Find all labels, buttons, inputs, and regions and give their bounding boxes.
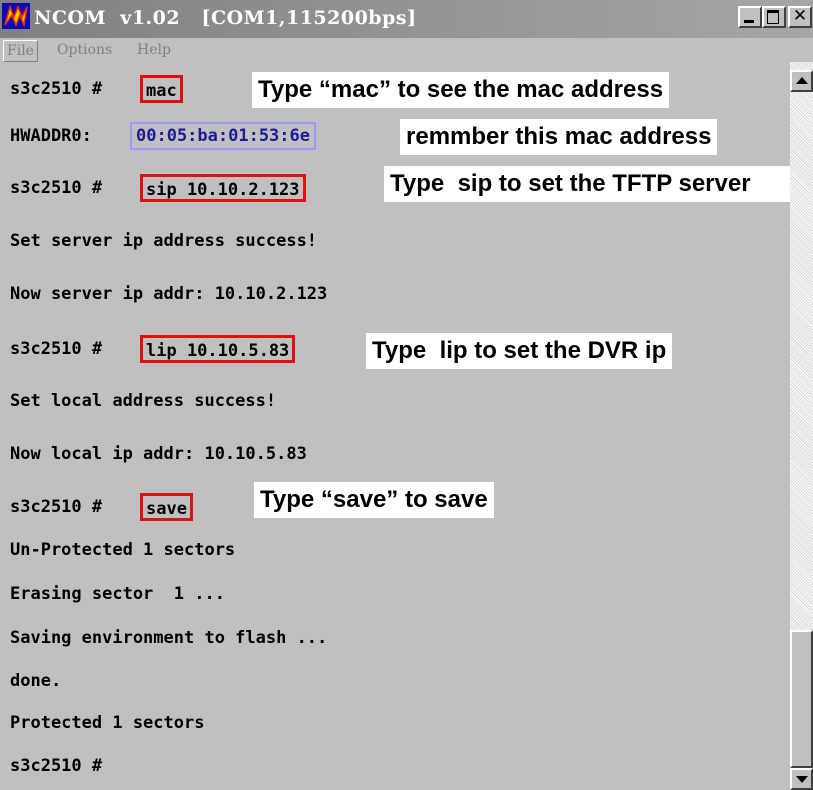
minimize-button[interactable] <box>738 6 762 28</box>
output-done: done. <box>10 671 62 691</box>
terminal-prompt: s3c2510 # <box>10 497 103 517</box>
output-erasing: Erasing sector 1 ... <box>10 584 225 604</box>
output-set-server: Set server ip address success! <box>10 231 318 251</box>
maximize-icon <box>767 10 779 24</box>
menu-bar: File Options Help <box>0 38 813 62</box>
scroll-up-button[interactable] <box>790 70 813 92</box>
ncom-window: NCOM v1.02 [COM1,115200bps] ✕ File Optio… <box>0 0 813 790</box>
highlight-mac-address: 00:05:ba:01:53:6e <box>130 122 316 150</box>
menu-help[interactable]: Help <box>134 40 174 60</box>
vertical-scrollbar[interactable] <box>790 62 813 790</box>
title-bar[interactable]: NCOM v1.02 [COM1,115200bps] ✕ <box>0 0 813 38</box>
menu-file[interactable]: File <box>3 40 38 62</box>
ncom-app-icon[interactable] <box>2 3 30 29</box>
close-button[interactable]: ✕ <box>788 6 812 28</box>
output-protected: Protected 1 sectors <box>10 713 205 733</box>
arrow-down-icon <box>796 776 808 783</box>
annotation-remember-mac: remmber this mac address <box>400 119 718 155</box>
terminal-prompt: s3c2510 # <box>10 178 103 198</box>
output-unprotected: Un-Protected 1 sectors <box>10 540 236 560</box>
highlight-cmd-lip: lip 10.10.5.83 <box>140 335 296 363</box>
annotation-lip: Type lip to set the DVR ip <box>366 333 673 369</box>
menu-options[interactable]: Options <box>54 40 115 60</box>
annotation-save: Type “save” to save <box>254 482 494 518</box>
output-saving: Saving environment to flash ... <box>10 628 328 648</box>
highlight-cmd-mac: mac <box>140 75 183 103</box>
close-icon: ✕ <box>792 6 808 26</box>
terminal-prompt: s3c2510 # <box>10 79 103 99</box>
minimize-icon <box>744 20 754 23</box>
highlight-cmd-sip: sip 10.10.2.123 <box>140 174 306 202</box>
scroll-thumb[interactable] <box>790 630 813 768</box>
maximize-button[interactable] <box>762 6 786 28</box>
terminal-prompt: s3c2510 # <box>10 339 103 359</box>
output-now-server: Now server ip addr: 10.10.2.123 <box>10 284 328 304</box>
scroll-down-button[interactable] <box>790 768 813 790</box>
terminal-prompt-current[interactable]: s3c2510 # <box>10 753 102 779</box>
terminal-output[interactable]: s3c2510 # mac Type “mac” to see the mac … <box>0 62 790 790</box>
highlight-cmd-save: save <box>140 493 193 521</box>
output-set-local: Set local address success! <box>10 391 277 411</box>
window-title: NCOM v1.02 [COM1,115200bps] <box>34 7 417 29</box>
output-now-local: Now local ip addr: 10.10.5.83 <box>10 444 307 464</box>
arrow-up-icon <box>796 77 808 84</box>
annotation-mac: Type “mac” to see the mac address <box>252 72 670 108</box>
hwaddr-label: HWADDR0: <box>10 126 92 146</box>
annotation-sip: Type sip to set the TFTP server <box>384 166 790 202</box>
